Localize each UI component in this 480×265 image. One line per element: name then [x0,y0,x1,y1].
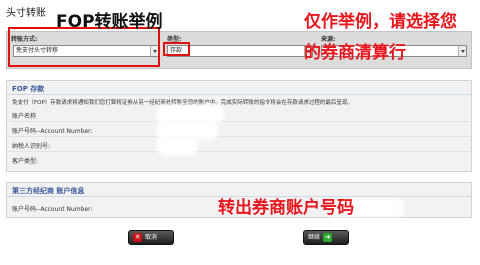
type-highlight [163,42,190,56]
redacted-value [160,108,220,120]
panel-title: FOP 存款 [12,85,45,93]
divider [7,121,471,122]
account-number-label: 账户号码--Account Number: [12,128,93,135]
cancel-label: 取消 [145,234,158,241]
arrow-right-icon: ➜ [323,233,333,242]
close-icon: ✕ [133,233,142,242]
account-name-label: 账户名称 [12,113,37,120]
fop-example-annotation: FOP转账举例 [56,12,163,32]
tax-id-label: 纳税人识别号: [12,143,51,150]
divider [7,136,471,137]
divider [7,94,471,95]
select-broker-note: 仅作举例，请选择您 [304,12,457,32]
continue-label: 继续 [308,234,321,241]
cancel-button[interactable]: ✕ 取消 [128,230,174,245]
chevron-down-icon [458,46,466,56]
divider [7,151,471,152]
customer-type-label: 客户类型: [12,158,39,165]
redacted-value [160,140,195,152]
continue-button[interactable]: 继续 ➜ [303,230,349,245]
broker-account-number-label: 账户号码--Account Number: [12,206,93,213]
panel-title: 第三方经纪商 账户信息 [12,187,85,195]
fop-description: 免支付（FOP）存款请求将通知我们您打算将证券从另一经纪商处转账至您的账户中。完… [12,100,353,106]
redacted-value [160,124,215,136]
page-title: 头寸转账 [6,8,46,19]
select-broker-note-line2: 的券商清算行 [304,43,406,63]
transfer-method-highlight [8,27,160,67]
account-number-annotation: 转出券商账户号码 [218,198,354,218]
fop-deposit-panel: FOP 存款 免支付（FOP）存款请求将通知我们您打算将证券从另一经纪商处转账至… [6,80,472,172]
